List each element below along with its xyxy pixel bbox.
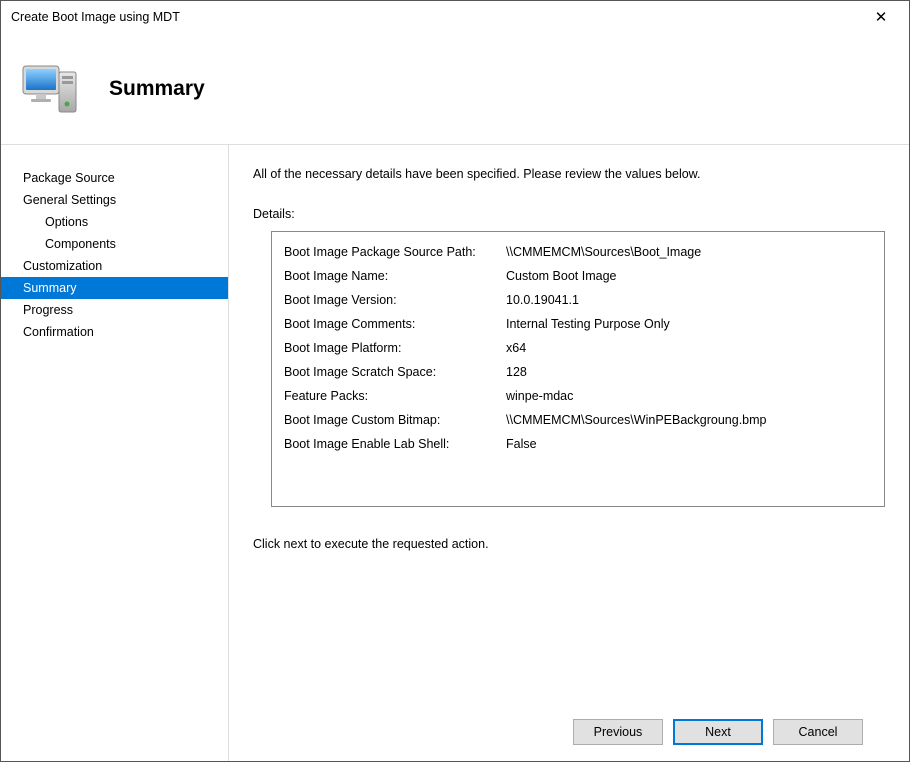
nav-item-progress[interactable]: Progress [1,299,228,321]
details-value: False [506,432,872,456]
wizard-content: All of the necessary details have been s… [229,145,909,761]
details-key: Boot Image Scratch Space: [284,360,506,384]
details-row: Boot Image Name:Custom Boot Image [284,264,872,288]
details-row: Boot Image Enable Lab Shell:False [284,432,872,456]
cancel-button[interactable]: Cancel [773,719,863,745]
details-value: Internal Testing Purpose Only [506,312,872,336]
nav-item-customization[interactable]: Customization [1,255,228,277]
details-value: \\CMMEMCM\Sources\WinPEBackgroung.bmp [506,408,872,432]
details-value: winpe-mdac [506,384,872,408]
wizard-window: Create Boot Image using MDT ✕ [0,0,910,762]
details-key: Boot Image Name: [284,264,506,288]
footer-text: Click next to execute the requested acti… [253,537,885,551]
details-box: Boot Image Package Source Path:\\CMMEMCM… [271,231,885,507]
page-title: Summary [109,77,205,101]
details-row: Feature Packs:winpe-mdac [284,384,872,408]
details-row: Boot Image Comments:Internal Testing Pur… [284,312,872,336]
details-value: 128 [506,360,872,384]
details-value: x64 [506,336,872,360]
details-key: Boot Image Platform: [284,336,506,360]
details-key: Boot Image Package Source Path: [284,240,506,264]
wizard-nav: Package SourceGeneral SettingsOptionsCom… [1,145,229,761]
details-row: Boot Image Scratch Space:128 [284,360,872,384]
details-row: Boot Image Version:10.0.19041.1 [284,288,872,312]
details-key: Boot Image Version: [284,288,506,312]
details-row: Boot Image Custom Bitmap:\\CMMEMCM\Sourc… [284,408,872,432]
details-key: Feature Packs: [284,384,506,408]
nav-item-components[interactable]: Components [1,233,228,255]
titlebar: Create Boot Image using MDT ✕ [1,1,909,33]
details-value: \\CMMEMCM\Sources\Boot_Image [506,240,872,264]
wizard-header: Summary [1,33,909,145]
close-button[interactable]: ✕ [861,3,901,31]
details-key: Boot Image Comments: [284,312,506,336]
nav-item-general-settings[interactable]: General Settings [1,189,228,211]
details-row: Boot Image Package Source Path:\\CMMEMCM… [284,240,872,264]
details-key: Boot Image Custom Bitmap: [284,408,506,432]
button-bar: Previous Next Cancel [253,703,885,761]
intro-text: All of the necessary details have been s… [253,167,885,181]
window-title: Create Boot Image using MDT [11,10,861,24]
next-button[interactable]: Next [673,719,763,745]
nav-item-confirmation[interactable]: Confirmation [1,321,228,343]
details-value: Custom Boot Image [506,264,872,288]
details-row: Boot Image Platform:x64 [284,336,872,360]
computer-icon [19,58,81,120]
nav-item-options[interactable]: Options [1,211,228,233]
close-icon: ✕ [875,8,888,26]
details-value: 10.0.19041.1 [506,288,872,312]
previous-button[interactable]: Previous [573,719,663,745]
details-key: Boot Image Enable Lab Shell: [284,432,506,456]
details-label: Details: [253,207,885,221]
nav-item-summary[interactable]: Summary [1,277,228,299]
nav-item-package-source[interactable]: Package Source [1,167,228,189]
wizard-body: Package SourceGeneral SettingsOptionsCom… [1,145,909,761]
